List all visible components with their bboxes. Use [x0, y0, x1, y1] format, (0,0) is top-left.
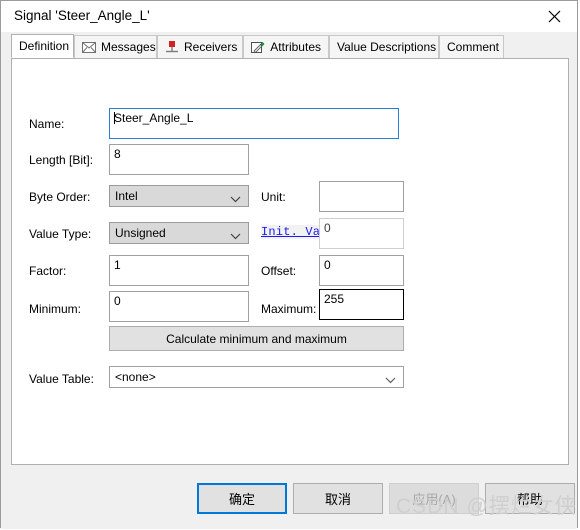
chevron-down-icon — [385, 373, 396, 387]
close-button[interactable] — [532, 1, 577, 32]
maximum-label: Maximum: — [261, 302, 317, 316]
init-value-input[interactable]: 0 — [319, 218, 404, 249]
envelope-icon — [82, 40, 96, 54]
factor-input[interactable]: 1 — [109, 255, 249, 286]
minimum-label: Minimum: — [29, 302, 82, 316]
help-button-label: 帮助 — [516, 492, 543, 507]
window-title: Signal 'Steer_Angle_L' — [14, 8, 150, 23]
value-table-label: Value Table: — [29, 372, 94, 386]
tab-label: Messages — [101, 40, 156, 54]
byte-order-select[interactable]: Intel — [109, 185, 249, 207]
tab-label: Definition — [19, 39, 70, 53]
help-button[interactable]: 帮助 — [485, 483, 575, 514]
chevron-down-icon — [230, 192, 241, 206]
value-type-value: Unsigned — [115, 226, 166, 240]
node-icon — [165, 40, 179, 54]
ok-button-label: 确定 — [228, 492, 255, 507]
unit-label: Unit: — [261, 190, 286, 204]
init-value-value: 0 — [324, 221, 331, 235]
minimum-value: 0 — [114, 294, 121, 308]
name-input[interactable]: Steer_Angle_L — [109, 108, 399, 139]
tab-messages[interactable]: Messages — [74, 35, 157, 58]
length-bit-value: 8 — [114, 147, 121, 161]
byte-order-label: Byte Order: — [29, 190, 91, 204]
tab-definition[interactable]: Definition — [11, 34, 74, 58]
value-table-select[interactable]: <none> — [109, 366, 404, 388]
name-input-value: Steer_Angle_L — [114, 111, 194, 125]
tab-label: Value Descriptions — [337, 40, 437, 54]
value-table-value: <none> — [115, 370, 156, 384]
factor-value: 1 — [114, 258, 121, 272]
close-icon — [548, 10, 561, 23]
ok-button[interactable]: 确定 — [197, 483, 287, 514]
unit-input[interactable] — [319, 181, 404, 212]
calculate-min-max-button[interactable]: Calculate minimum and maximum — [109, 326, 404, 351]
name-label: Name: — [29, 117, 65, 131]
signal-dialog: Signal 'Steer_Angle_L' Definition Messag… — [0, 0, 578, 529]
cancel-button[interactable]: 取消 — [293, 483, 383, 514]
value-type-select[interactable]: Unsigned — [109, 222, 249, 244]
definition-panel: Name: Steer_Angle_L Length [Bit]: 8 Byte… — [11, 58, 569, 465]
tab-attributes[interactable]: Attributes — [243, 35, 329, 58]
pencil-icon — [251, 40, 265, 54]
cancel-button-label: 取消 — [324, 492, 351, 507]
maximum-input[interactable]: 255 — [319, 289, 404, 320]
apply-button: 应用(A) — [389, 483, 479, 514]
length-bit-input[interactable]: 8 — [109, 144, 249, 175]
byte-order-value: Intel — [115, 189, 138, 203]
tab-value-descriptions[interactable]: Value Descriptions — [329, 35, 439, 58]
calculate-min-max-label: Calculate minimum and maximum — [166, 331, 347, 346]
tab-comment[interactable]: Comment — [439, 35, 504, 58]
apply-button-label: 应用(A) — [412, 492, 456, 507]
maximum-value: 255 — [324, 292, 345, 306]
tab-label: Receivers — [184, 40, 238, 54]
value-type-label: Value Type: — [29, 227, 92, 241]
factor-label: Factor: — [29, 264, 67, 278]
tab-strip: Definition Messages Receivers Attributes… — [11, 34, 569, 59]
offset-input[interactable]: 0 — [319, 255, 404, 286]
title-bar: Signal 'Steer_Angle_L' — [1, 1, 577, 32]
length-bit-label: Length [Bit]: — [29, 153, 94, 167]
offset-label: Offset: — [261, 264, 297, 278]
tab-label: Attributes — [270, 40, 321, 54]
offset-value: 0 — [324, 258, 331, 272]
tab-receivers[interactable]: Receivers — [157, 35, 243, 58]
chevron-down-icon — [230, 229, 241, 243]
tab-label: Comment — [447, 40, 500, 54]
minimum-input[interactable]: 0 — [109, 291, 249, 322]
dialog-footer: 确定 取消 应用(A) 帮助 — [1, 473, 577, 529]
